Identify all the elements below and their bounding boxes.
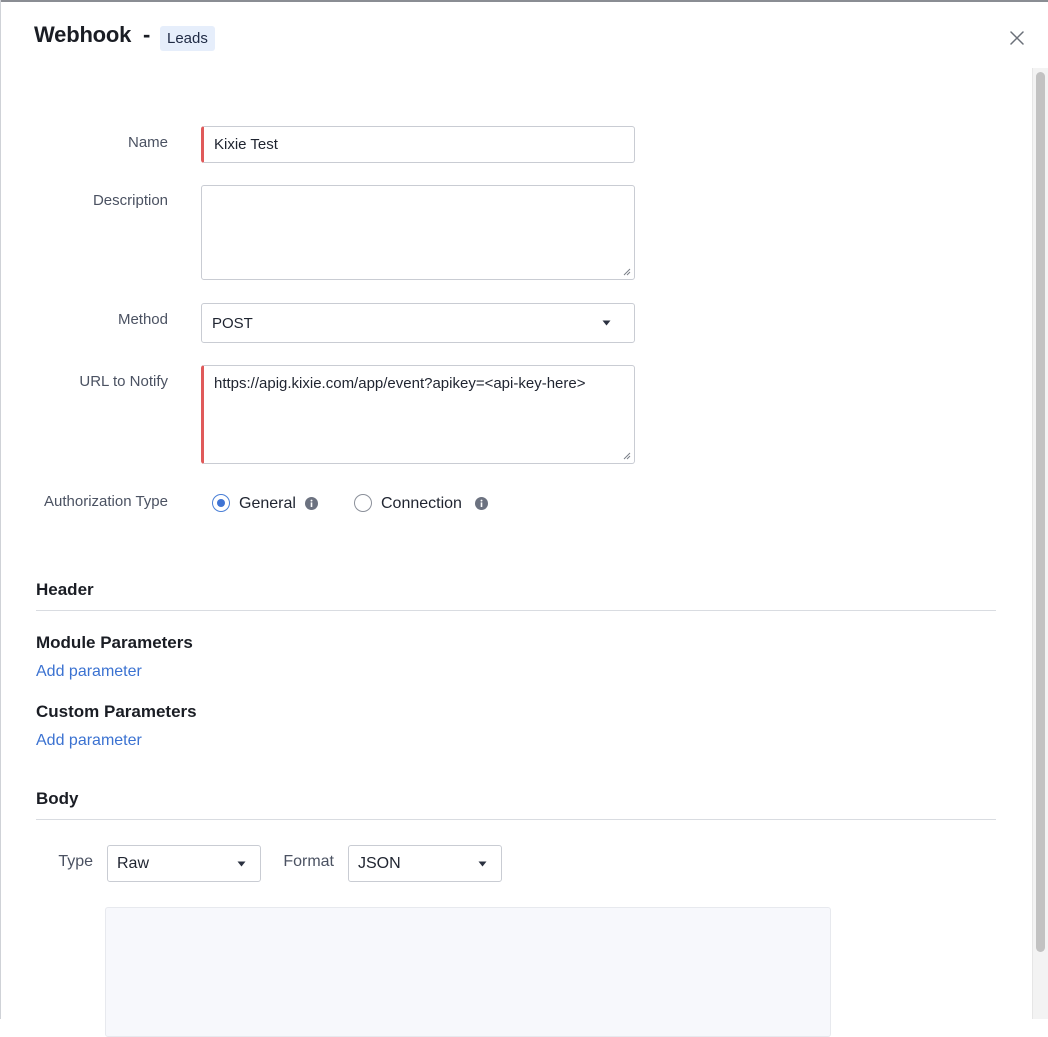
- body-divider: [36, 819, 996, 820]
- url-label: URL to Notify: [79, 373, 168, 390]
- description-field[interactable]: [201, 185, 635, 280]
- authorization-type-label: Authorization Type: [44, 493, 168, 510]
- custom-parameters-title: Custom Parameters: [36, 702, 197, 721]
- module-badge: Leads: [160, 26, 215, 51]
- dialog-title: Webhook: [34, 22, 132, 47]
- info-icon[interactable]: [305, 497, 318, 510]
- name-value: Kixie Test: [214, 136, 278, 153]
- body-type-value: Raw: [117, 855, 150, 872]
- chevron-down-icon: [602, 320, 611, 326]
- radio-general[interactable]: [212, 494, 230, 512]
- body-section-title: Body: [36, 789, 79, 808]
- resize-handle-icon[interactable]: [621, 266, 631, 276]
- module-parameters-title: Module Parameters: [36, 633, 193, 652]
- scrollbar-thumb[interactable]: [1036, 72, 1045, 952]
- title-separator: -: [143, 22, 151, 47]
- add-custom-parameter-link[interactable]: Add parameter: [36, 732, 142, 750]
- radio-connection[interactable]: [354, 494, 372, 512]
- body-type-label: Type: [58, 853, 93, 870]
- chevron-down-icon: [478, 861, 487, 867]
- url-field[interactable]: https://apig.kixie.com/app/event?apikey=…: [201, 365, 635, 464]
- header-divider: [36, 610, 996, 611]
- method-label: Method: [117, 311, 168, 328]
- name-label: Name: [127, 134, 168, 151]
- method-select[interactable]: POST: [201, 303, 635, 343]
- add-module-parameter-link[interactable]: Add parameter: [36, 663, 142, 681]
- radio-general-label[interactable]: General: [239, 495, 296, 513]
- scrollbar[interactable]: [1032, 68, 1048, 1019]
- name-field[interactable]: Kixie Test: [201, 126, 635, 163]
- url-value: https://apig.kixie.com/app/event?apikey=…: [214, 375, 586, 392]
- dialog-header: Webhook - Leads: [0, 2, 1048, 68]
- body-format-value: JSON: [358, 855, 401, 872]
- radio-connection-label[interactable]: Connection: [381, 495, 462, 513]
- resize-handle-icon[interactable]: [621, 450, 631, 460]
- description-label: Description: [92, 192, 168, 209]
- close-icon[interactable]: [1008, 29, 1026, 47]
- method-value: POST: [212, 315, 253, 332]
- header-section-title: Header: [36, 580, 94, 599]
- info-icon[interactable]: [475, 497, 488, 510]
- body-content-editor[interactable]: [105, 907, 831, 1037]
- body-format-label: Format: [283, 853, 334, 870]
- body-format-select[interactable]: JSON: [348, 845, 502, 882]
